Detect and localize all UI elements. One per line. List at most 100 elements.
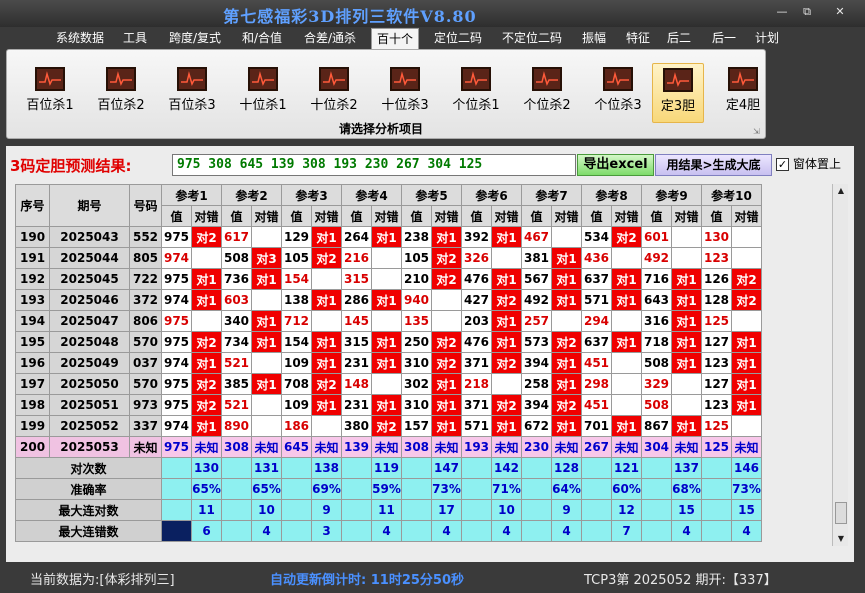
stat-value: 119 bbox=[371, 457, 402, 479]
table-row[interactable]: 193 2025046 372 974 对1 603 138 对1 286 对1 940 427 对2 4… bbox=[15, 289, 762, 311]
hit-subheader: 对错 bbox=[251, 205, 282, 227]
issue-cell: 2025046 bbox=[49, 289, 130, 311]
seq-header[interactable]: 序号 bbox=[15, 184, 50, 227]
value-cell: 210 bbox=[401, 268, 432, 290]
stat-blank bbox=[521, 478, 552, 500]
hit-cell: 对1 bbox=[371, 352, 402, 374]
generate-base-button[interactable]: 用结果>生成大底 bbox=[655, 154, 772, 176]
restore-button[interactable]: ⧉ bbox=[797, 3, 817, 21]
table-row[interactable]: 199 2025052 337 974 对1 890 186 380 对2 157 对1 571 对1 6… bbox=[15, 415, 762, 437]
table-row[interactable]: 196 2025049 037 974 对1 521 109 对1 231 对1 310 对2 371 对… bbox=[15, 352, 762, 374]
menu-item-0[interactable]: 系统数据 bbox=[50, 28, 110, 49]
ref-group-header[interactable]: 参考5 bbox=[401, 184, 462, 206]
hit-cell: 对2 bbox=[491, 352, 522, 374]
menu-item-7[interactable]: 不定位二码 bbox=[497, 28, 567, 49]
value-subheader: 值 bbox=[461, 205, 492, 227]
value-cell: 125 bbox=[701, 436, 732, 458]
hit-cell bbox=[251, 352, 282, 374]
ribbon-button-1[interactable]: 百位杀2 bbox=[88, 63, 154, 123]
table-row[interactable]: 198 2025051 973 975 对2 521 109 对1 231 对1 310 对1 371 对… bbox=[15, 394, 762, 416]
prediction-row[interactable]: 200 2025053 未知 975 未知 308 未知 645 未知 139 未知 308 未知 193… bbox=[15, 436, 762, 458]
menu-bar: 系统数据 工具 跨度/复式 和/合值 合差/通杀 百十个 定位二码 不定位二码 振幅 特征 后二 后一… bbox=[0, 27, 865, 49]
ribbon-button-5[interactable]: 十位杀3 bbox=[372, 63, 438, 123]
chart-icon bbox=[532, 67, 562, 91]
value-cell: 125 bbox=[701, 310, 732, 332]
number-cell: 未知 bbox=[129, 436, 162, 458]
menu-item-4[interactable]: 合差/通杀 bbox=[299, 28, 361, 49]
number-cell: 552 bbox=[129, 226, 162, 248]
prediction-result-field[interactable]: 975 308 645 139 308 193 230 267 304 125 bbox=[172, 154, 576, 176]
menu-item-12[interactable]: 计划 bbox=[752, 28, 782, 49]
value-cell: 436 bbox=[581, 247, 612, 269]
stat-value: 4 bbox=[371, 520, 402, 542]
checkbox-check-icon[interactable]: ✓ bbox=[776, 158, 789, 171]
ribbon-button-0[interactable]: 百位杀1 bbox=[17, 63, 83, 123]
seq-cell: 195 bbox=[15, 331, 50, 353]
table-row[interactable]: 192 2025045 722 975 对1 736 对1 154 315 210 对2 476 对1 5… bbox=[15, 268, 762, 290]
number-header[interactable]: 号码 bbox=[129, 184, 162, 227]
menu-item-3[interactable]: 和/合值 bbox=[236, 28, 288, 49]
menu-item-8[interactable]: 振幅 bbox=[576, 28, 612, 49]
table-row[interactable]: 194 2025047 806 975 340 对1 712 145 135 203 对1 257 29… bbox=[15, 310, 762, 332]
menu-item-5[interactable]: 百十个 bbox=[371, 28, 419, 49]
hit-cell bbox=[731, 415, 762, 437]
menu-item-2[interactable]: 跨度/复式 bbox=[162, 28, 228, 49]
stat-blank bbox=[461, 499, 492, 521]
ref-group-header[interactable]: 参考9 bbox=[641, 184, 702, 206]
ref-group-header[interactable]: 参考2 bbox=[221, 184, 282, 206]
menu-item-10[interactable]: 后二 bbox=[664, 28, 694, 49]
table-row[interactable]: 197 2025050 570 975 对2 385 对1 708 对2 148 302 对1 218 2… bbox=[15, 373, 762, 395]
export-excel-button[interactable]: 导出excel bbox=[577, 154, 654, 176]
hit-cell: 未知 bbox=[431, 436, 462, 458]
table-row[interactable]: 190 2025043 552 975 对2 617 129 对1 264 对1 238 对1 392 对… bbox=[15, 226, 762, 248]
ref-group-header[interactable]: 参考6 bbox=[461, 184, 522, 206]
window-ontop-checkbox[interactable]: ✓ 窗体置上 bbox=[776, 155, 841, 173]
ribbon-button-4[interactable]: 十位杀2 bbox=[301, 63, 367, 123]
ribbon-button-8[interactable]: 个位杀3 bbox=[585, 63, 651, 123]
ref-group-header[interactable]: 参考3 bbox=[281, 184, 342, 206]
hit-cell: 对1 bbox=[671, 331, 702, 353]
ribbon-button-3[interactable]: 十位杀1 bbox=[230, 63, 296, 123]
ref-group-header[interactable]: 参考7 bbox=[521, 184, 582, 206]
ribbon-button-9[interactable]: 定3胆 bbox=[652, 63, 704, 123]
ribbon-expand-icon[interactable]: ⇲ bbox=[753, 127, 762, 136]
ribbon-button-6[interactable]: 个位杀1 bbox=[443, 63, 509, 123]
menu-item-6[interactable]: 定位二码 bbox=[428, 28, 488, 49]
value-cell: 427 bbox=[461, 289, 492, 311]
value-cell: 154 bbox=[281, 331, 312, 353]
value-cell: 186 bbox=[281, 415, 312, 437]
menu-item-9[interactable]: 特征 bbox=[620, 28, 656, 49]
vertical-scrollbar[interactable]: ▲ ▼ bbox=[832, 184, 848, 546]
menu-item-11[interactable]: 后一 bbox=[707, 28, 741, 49]
ribbon-button-10[interactable]: 定4胆 bbox=[717, 63, 769, 123]
ref-group-header[interactable]: 参考4 bbox=[341, 184, 402, 206]
table-row[interactable]: 191 2025044 805 974 508 对3 105 对2 216 105 对2 326 381… bbox=[15, 247, 762, 269]
value-cell: 476 bbox=[461, 268, 492, 290]
hit-cell: 对1 bbox=[671, 268, 702, 290]
seq-cell: 191 bbox=[15, 247, 50, 269]
value-cell: 230 bbox=[521, 436, 552, 458]
stat-label: 最大连对数 bbox=[15, 499, 162, 521]
value-cell: 154 bbox=[281, 268, 312, 290]
ref-group-header[interactable]: 参考8 bbox=[581, 184, 642, 206]
ribbon-button-7[interactable]: 个位杀2 bbox=[514, 63, 580, 123]
hit-cell: 对1 bbox=[611, 331, 642, 353]
minimize-button[interactable]: — bbox=[772, 3, 792, 21]
number-cell: 570 bbox=[129, 331, 162, 353]
scroll-thumb[interactable] bbox=[835, 502, 847, 524]
ref-group-header[interactable]: 参考10 bbox=[701, 184, 762, 206]
issue-header[interactable]: 期号 bbox=[49, 184, 130, 227]
scroll-up-icon[interactable]: ▲ bbox=[833, 184, 849, 198]
value-cell: 492 bbox=[641, 247, 672, 269]
stat-blank bbox=[401, 478, 432, 500]
table-row[interactable]: 195 2025048 570 975 对2 734 对1 154 对1 315 对1 250 对2 47… bbox=[15, 331, 762, 353]
value-cell: 148 bbox=[341, 373, 372, 395]
stat-row: 准确率 65% 65% 69% 59% 73% 71% 64% 60% 68% 73% bbox=[15, 478, 762, 500]
ref-group-header[interactable]: 参考1 bbox=[161, 184, 222, 206]
scroll-down-icon[interactable]: ▼ bbox=[833, 532, 849, 546]
value-cell: 231 bbox=[341, 394, 372, 416]
close-button[interactable]: ✕ bbox=[830, 3, 850, 21]
menu-item-1[interactable]: 工具 bbox=[118, 28, 152, 49]
ribbon-button-2[interactable]: 百位杀3 bbox=[159, 63, 225, 123]
value-subheader: 值 bbox=[701, 205, 732, 227]
